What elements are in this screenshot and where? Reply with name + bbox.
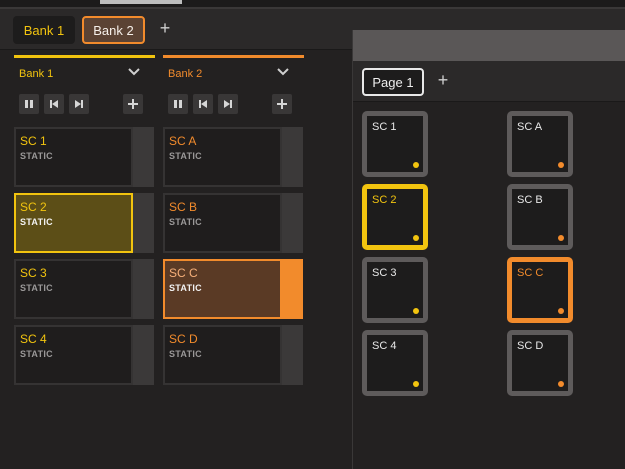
pad-button-selected[interactable]: SC C [507,257,573,323]
pad-indicator-dot [413,381,419,387]
clip-side-handle[interactable] [133,259,154,319]
add-clip-button[interactable] [123,94,143,114]
page-tab-bar: Page 1 + [353,61,625,102]
clip-slot[interactable]: SC D STATIC [163,325,303,385]
pad-button[interactable]: SC D [507,330,573,396]
clip-name: SC 3 [20,266,47,280]
pad-indicator-dot [558,308,564,314]
pad-label: SC 3 [372,267,397,279]
clip-slot[interactable]: SC 1 STATIC [14,127,154,187]
clip-side-handle[interactable] [282,325,303,385]
skip-forward-icon [75,100,83,108]
clip-mode: STATIC [20,217,53,227]
skip-back-button[interactable] [193,94,213,114]
pad-label: SC C [517,267,544,279]
clip-side-handle[interactable] [282,193,303,253]
clip-mode: STATIC [169,283,202,293]
bank-2-column-title: Bank 2 [168,68,203,80]
pad-button-selected[interactable]: SC 2 [362,184,428,250]
clip-slot[interactable]: SC 3 STATIC [14,259,154,319]
pad-indicator-dot [413,235,419,241]
clip-slot[interactable]: SC B STATIC [163,193,303,253]
clip-slot-selected[interactable]: SC 2 STATIC [14,193,154,253]
add-bank-plus-icon[interactable]: + [157,19,173,37]
bank-1-column-title: Bank 1 [19,68,54,80]
clip-side-handle[interactable] [282,127,303,187]
pad-label: SC B [517,194,543,206]
skip-back-icon [50,100,58,108]
clip-mode: STATIC [20,349,53,359]
pad-indicator-dot [558,162,564,168]
pad-indicator-dot [413,308,419,314]
tab-bank-2[interactable]: Bank 2 [82,16,145,44]
add-page-plus-icon[interactable]: + [435,71,451,89]
tab-bank-1[interactable]: Bank 1 [13,16,75,44]
clip-mode: STATIC [20,283,53,293]
chevron-down-icon[interactable] [127,65,141,79]
tab-page-1[interactable]: Page 1 [362,68,424,96]
pad-indicator-dot [413,162,419,168]
clip-slot[interactable]: SC 4 STATIC [14,325,154,385]
clip-name: SC D [169,332,198,346]
clip-name: SC 4 [20,332,47,346]
pad-label: SC 2 [372,194,397,206]
skip-forward-button[interactable] [69,94,89,114]
clip-mode: STATIC [20,151,53,161]
pause-icon [174,100,182,108]
pause-button[interactable] [19,94,39,114]
pad-panel-header [353,30,625,61]
clip-side-handle[interactable] [133,193,154,253]
clip-name: SC A [169,134,197,148]
clip-slot[interactable]: SC A STATIC [163,127,303,187]
pad-indicator-dot [558,381,564,387]
pad-label: SC D [517,340,544,352]
clip-slot-selected[interactable]: SC C STATIC [163,259,303,319]
skip-forward-button[interactable] [218,94,238,114]
pad-button[interactable]: SC 4 [362,330,428,396]
add-clip-button[interactable] [272,94,292,114]
clip-side-handle[interactable] [133,127,154,187]
bank-2-accent-bar [163,55,304,58]
pause-icon [25,100,33,108]
pad-button[interactable]: SC A [507,111,573,177]
pad-label: SC A [517,121,543,133]
skip-forward-icon [224,100,232,108]
plus-icon [277,99,287,109]
pad-button[interactable]: SC 1 [362,111,428,177]
clip-mode: STATIC [169,151,202,161]
pad-button[interactable]: SC 3 [362,257,428,323]
clip-name: SC 1 [20,134,47,148]
clip-name: SC C [169,266,198,280]
clip-mode: STATIC [169,349,202,359]
clip-mode: STATIC [169,217,202,227]
top-tab-indicator[interactable] [100,0,182,4]
clip-side-handle[interactable] [282,259,303,319]
skip-back-button[interactable] [44,94,64,114]
pad-button[interactable]: SC B [507,184,573,250]
pause-button[interactable] [168,94,188,114]
pad-label: SC 1 [372,121,397,133]
chevron-down-icon[interactable] [276,65,290,79]
clip-side-handle[interactable] [133,325,154,385]
clip-name: SC 2 [20,200,47,214]
bank-1-accent-bar [14,55,155,58]
clip-name: SC B [169,200,198,214]
skip-back-icon [199,100,207,108]
pad-label: SC 4 [372,340,397,352]
pad-panel: Page 1 + SC 1 SC 2 SC 3 SC 4 SC A SC B S… [352,30,625,469]
pad-indicator-dot [558,235,564,241]
plus-icon [128,99,138,109]
